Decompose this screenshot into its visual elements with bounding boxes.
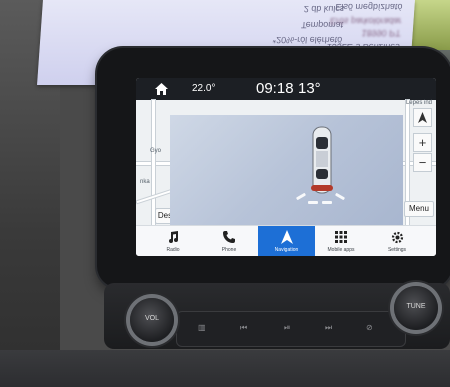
tune-knob[interactable]: TUNE [394, 286, 438, 330]
sign-line: Első megbízható [335, 2, 403, 12]
parking-sensor-bar [322, 201, 332, 204]
parking-sensor-overlay [170, 115, 403, 226]
parking-sensor-bar [334, 192, 346, 201]
nav-item-label: Mobile apps [327, 247, 355, 253]
phone-icon [223, 231, 235, 243]
nav-item-label: Settings [387, 247, 407, 253]
nav-item-phone[interactable]: Phone [202, 226, 256, 256]
compass-icon [418, 112, 427, 123]
nav-item-label: Radio [166, 247, 180, 253]
nav-item-label: Phone [221, 247, 237, 253]
home-icon[interactable] [154, 82, 169, 96]
map-road [152, 100, 155, 225]
volume-knob[interactable]: VOL [130, 298, 174, 342]
music-note-icon [169, 231, 178, 243]
infotainment-screen: 22.0° 09:18 13° Gyo nka Lepes ind + − De… [136, 78, 436, 256]
seat-icon[interactable]: ▥ [198, 323, 206, 332]
tune-knob-label: TUNE [406, 303, 426, 310]
bottom-nav-bar: Radio Phone Navigation Mobile apps Setti… [136, 225, 436, 256]
sign-line: 18990 PT [361, 28, 402, 38]
clock: 09:18 [256, 80, 294, 97]
car-top-view-icon [311, 126, 333, 194]
car-interior-photo: 2 db kulcs Tempomat *20%-ról elérhető El… [0, 0, 450, 387]
play-pause-icon[interactable]: ⏯ [284, 323, 290, 333]
nav-item-navigation[interactable]: Navigation [258, 226, 315, 256]
parking-sensor-bar [308, 201, 318, 204]
nav-item-label: Navigation [274, 247, 299, 253]
map-street-label: Gyo [150, 148, 162, 154]
map-street-label: Lepes ind [405, 100, 432, 106]
volume-knob-label: VOL [144, 315, 159, 322]
gear-icon [391, 231, 403, 243]
mute-icon[interactable]: ⊘ [366, 323, 373, 332]
zoom-out-button[interactable]: − [413, 153, 432, 172]
nav-item-radio[interactable]: Radio [146, 226, 200, 256]
menu-button[interactable]: Menu [404, 201, 434, 217]
status-bar: 22.0° 09:18 13° [136, 78, 436, 100]
parking-sensor-bar [295, 192, 307, 201]
outside-temperature: 13° [298, 80, 321, 97]
apps-grid-icon [335, 231, 347, 243]
seek-forward-icon[interactable]: ⏭ [325, 323, 332, 333]
navigation-arrow-icon [280, 230, 293, 244]
zoom-in-button[interactable]: + [413, 133, 432, 152]
compass-button[interactable] [413, 108, 432, 127]
seek-back-icon[interactable]: ⏮ [240, 323, 247, 333]
sign-line: Erős parkolóradar [329, 16, 402, 26]
center-console [0, 350, 450, 387]
nav-item-mobile-apps[interactable]: Mobile apps [314, 226, 368, 256]
inside-temperature: 22.0° [192, 83, 216, 94]
map-street-label: nka [140, 179, 150, 185]
nav-item-settings[interactable]: Settings [370, 226, 424, 256]
